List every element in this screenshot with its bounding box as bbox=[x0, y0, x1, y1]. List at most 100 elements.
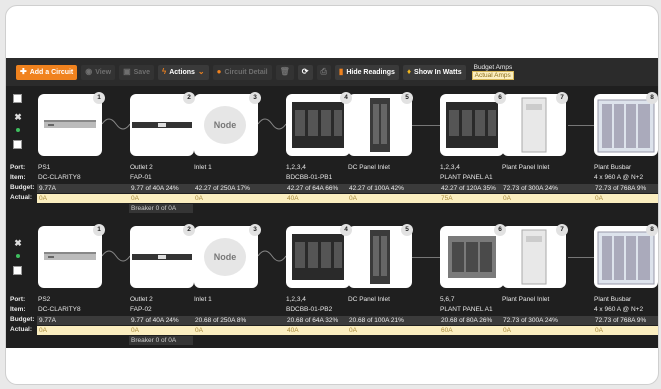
print-button[interactable]: ⎙ bbox=[316, 64, 331, 80]
port-label: 1,2,3,4 bbox=[286, 164, 306, 171]
device-number-badge: 6 bbox=[494, 224, 506, 236]
budget-bar: 9.77 of 40A 24% bbox=[129, 184, 193, 193]
device-server[interactable] bbox=[38, 226, 102, 288]
port-label: PS1 bbox=[38, 164, 51, 171]
device-plant-panel[interactable] bbox=[440, 226, 504, 288]
device-breaker[interactable] bbox=[286, 226, 350, 288]
device-dc-panel[interactable] bbox=[348, 226, 412, 288]
server-image bbox=[44, 252, 96, 260]
lightbulb-icon: ♦ bbox=[406, 67, 412, 76]
print-icon: ⎙ bbox=[320, 67, 327, 76]
port-label: 1,2,3,4 bbox=[440, 164, 460, 171]
item-label: DC-CLARITY8 bbox=[38, 306, 81, 313]
view-label: View bbox=[95, 68, 112, 76]
device-server[interactable] bbox=[38, 94, 102, 156]
item-label: PLANT PANEL A1 bbox=[440, 306, 493, 313]
port-label: Plant Busbar bbox=[594, 296, 632, 303]
link-line bbox=[568, 257, 596, 258]
device-breaker[interactable] bbox=[286, 94, 350, 156]
port-label: Plant Busbar bbox=[594, 164, 632, 171]
bolt-icon: ϟ bbox=[162, 67, 167, 76]
save-button[interactable]: ▣ Save bbox=[119, 64, 154, 80]
remove-icon[interactable]: ✖ bbox=[13, 112, 23, 122]
item-label: BDCBB-01-PB2 bbox=[286, 306, 333, 313]
actual-bar: 0A bbox=[593, 326, 658, 335]
toolbar: ✚ Add a Circuit ◉ View ▣ Save ϟ Actions … bbox=[6, 58, 658, 86]
trash-icon: 🗑 bbox=[279, 67, 290, 76]
actual-header: Actual: bbox=[10, 326, 33, 333]
dc-panel-image bbox=[370, 98, 390, 152]
device-node[interactable]: Node bbox=[194, 94, 258, 156]
actual-bar: 60A bbox=[439, 326, 501, 335]
delete-button[interactable]: 🗑 bbox=[275, 64, 294, 80]
cable-connector bbox=[102, 118, 130, 130]
cable-connector bbox=[258, 118, 286, 130]
breaker-image bbox=[292, 102, 344, 148]
device-plant-inlet[interactable] bbox=[502, 226, 566, 288]
circuit-row-1: ✖ Node 1 2 3 4 5 6 7 8 Port: Item: Budge… bbox=[6, 92, 658, 213]
device-outlet[interactable] bbox=[130, 94, 194, 156]
status-dot bbox=[16, 254, 20, 258]
select-checkbox[interactable] bbox=[13, 94, 22, 103]
budget-bar: 20.68 of 100A 21% bbox=[347, 316, 439, 325]
device-number-badge: 5 bbox=[401, 92, 413, 104]
remove-icon[interactable]: ✖ bbox=[13, 238, 23, 248]
device-node[interactable]: Node bbox=[194, 226, 258, 288]
row-checkbox[interactable] bbox=[13, 140, 22, 149]
cable-connector bbox=[102, 250, 130, 262]
hide-readings-label: Hide Readings bbox=[346, 68, 395, 76]
view-button[interactable]: ◉ View bbox=[81, 64, 116, 80]
cable-connector bbox=[258, 250, 286, 262]
port-header: Port: bbox=[10, 164, 26, 171]
hide-readings-button[interactable]: ▮ Hide Readings bbox=[334, 64, 399, 80]
actual-bar: 0A bbox=[347, 326, 439, 335]
device-outlet[interactable] bbox=[130, 226, 194, 288]
info-icon: ● bbox=[216, 67, 222, 76]
device-number-badge: 8 bbox=[646, 224, 658, 236]
budget-bar: 20.68 of 64A 32% bbox=[285, 316, 347, 325]
show-in-watts-button[interactable]: ♦ Show In Watts bbox=[402, 64, 466, 80]
item-label: BDCBB-01-PB1 bbox=[286, 174, 333, 181]
plant-breaker-image bbox=[446, 102, 498, 148]
budget-bar: 9.77 of 40A 24% bbox=[129, 316, 193, 325]
row-checkbox[interactable] bbox=[13, 266, 22, 275]
port-label: DC Panel Inlet bbox=[348, 296, 390, 303]
actual-bar: 0A bbox=[501, 326, 593, 335]
device-number-badge: 6 bbox=[494, 92, 506, 104]
show-in-watts-label: Show In Watts bbox=[414, 68, 462, 76]
add-circuit-label: Add a Circuit bbox=[29, 68, 74, 76]
device-plant-inlet[interactable] bbox=[502, 94, 566, 156]
refresh-button[interactable]: ⟳ bbox=[297, 64, 313, 80]
save-label: Save bbox=[133, 68, 150, 76]
circuit-window: ✚ Add a Circuit ◉ View ▣ Save ϟ Actions … bbox=[5, 5, 659, 385]
actual-bar: 0A bbox=[593, 194, 658, 203]
budget-bar: 20.68 of 250A 8% bbox=[193, 316, 285, 325]
dc-panel-image bbox=[370, 230, 390, 284]
device-number-badge: 7 bbox=[556, 92, 568, 104]
budget-bar: 72.73 of 768A 9% bbox=[593, 184, 658, 193]
budget-bar: 72.73 of 768A 9% bbox=[593, 316, 658, 325]
budget-bar: 9.77A bbox=[37, 316, 129, 325]
eye-icon: ◉ bbox=[85, 67, 93, 76]
actions-dropdown[interactable]: ϟ Actions ⌄ bbox=[158, 64, 209, 80]
device-number-badge: 1 bbox=[93, 224, 105, 236]
actual-bar: 0A bbox=[193, 194, 285, 203]
device-dc-panel[interactable] bbox=[348, 94, 412, 156]
budget-bar: 42.27 of 100A 42% bbox=[347, 184, 439, 193]
item-label: FAP-01 bbox=[130, 174, 152, 181]
device-number-badge: 4 bbox=[340, 92, 352, 104]
add-circuit-button[interactable]: ✚ Add a Circuit bbox=[16, 64, 78, 80]
actual-bar: 0A bbox=[37, 194, 129, 203]
budget-bar: 20.68 of 80A 26% bbox=[439, 316, 501, 325]
item-header: Item: bbox=[10, 174, 26, 181]
circuit-detail-button[interactable]: ● Circuit Detail bbox=[212, 64, 272, 80]
budget-bar: 72.73 of 300A 24% bbox=[501, 316, 593, 325]
budget-header: Budget: bbox=[10, 316, 35, 323]
link-line bbox=[412, 257, 440, 258]
device-plant-panel[interactable] bbox=[440, 94, 504, 156]
item-label: PLANT PANEL A1 bbox=[440, 174, 493, 181]
node-icon: Node bbox=[204, 106, 246, 144]
cabinet-image bbox=[521, 229, 547, 285]
link-line bbox=[568, 125, 596, 126]
port-label: Inlet 1 bbox=[194, 296, 212, 303]
